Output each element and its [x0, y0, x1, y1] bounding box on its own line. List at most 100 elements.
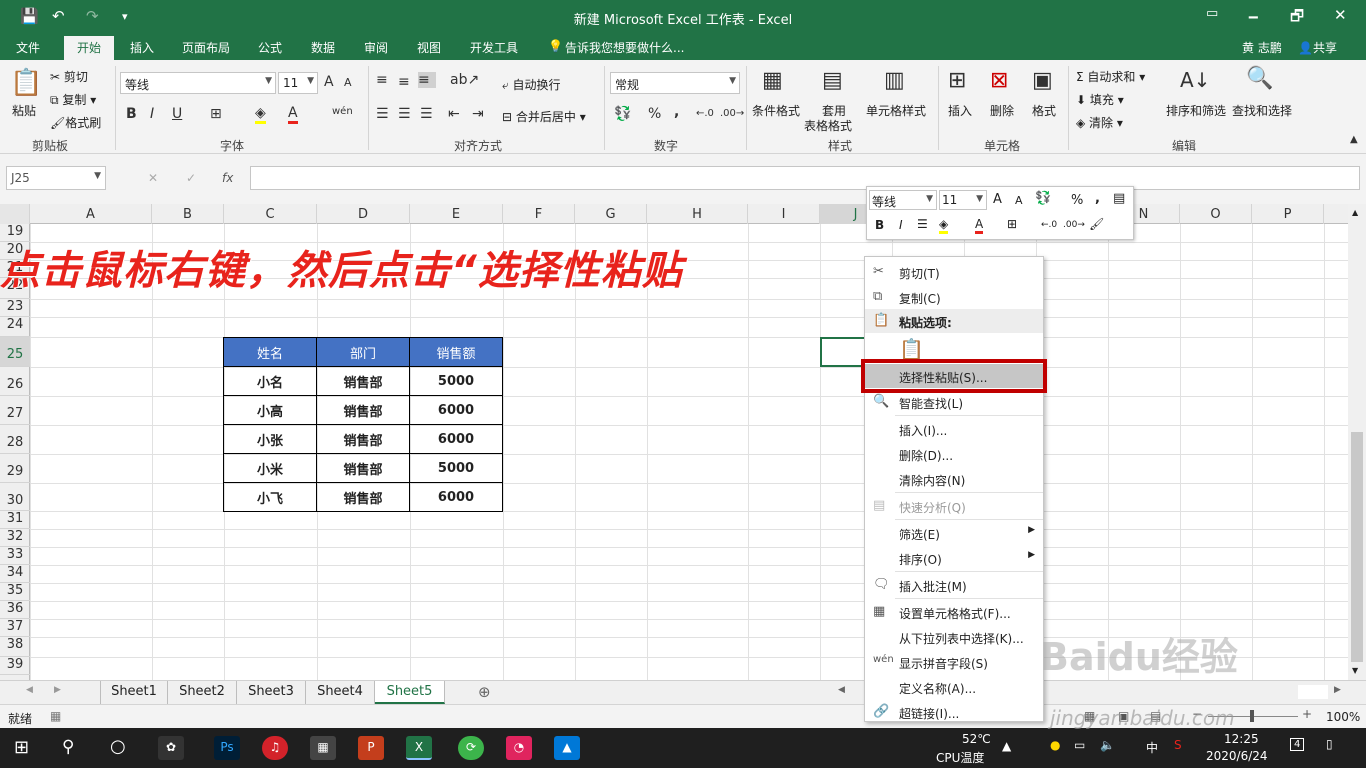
grow-font-icon[interactable]: A: [324, 74, 334, 90]
cut-button[interactable]: ✂ 剪切: [50, 68, 88, 85]
conditional-format-icon[interactable]: ▦: [762, 68, 783, 93]
macro-record-icon[interactable]: ▦: [50, 709, 61, 723]
tab-home[interactable]: 开始: [64, 36, 114, 60]
add-sheet-icon[interactable]: ⊕: [478, 683, 491, 701]
percent-button[interactable]: %: [648, 106, 661, 122]
row-header[interactable]: 29: [0, 454, 30, 483]
sheet-tab-active[interactable]: Sheet5: [375, 681, 445, 704]
row-header[interactable]: 23: [0, 299, 30, 317]
menu-item-pick-list[interactable]: 从下拉列表中选择(K)...: [865, 625, 1043, 649]
clock-time[interactable]: 12:25: [1224, 732, 1259, 746]
row-header[interactable]: 25: [0, 337, 30, 367]
phonetic-icon[interactable]: wén: [332, 106, 353, 117]
scroll-up-icon[interactable]: ▲: [1352, 208, 1358, 217]
menu-item-hyperlink[interactable]: 🔗 超链接(I)...: [865, 700, 1043, 724]
cell-styles-button[interactable]: 单元格样式: [866, 102, 926, 119]
grow-font-icon[interactable]: A: [993, 192, 1002, 207]
minimize-button[interactable]: 🗕: [1248, 6, 1259, 31]
fill-button[interactable]: ⬇ 填充 ▾: [1076, 91, 1124, 108]
menu-item-cut[interactable]: ✂ 剪切(T): [865, 260, 1043, 284]
increase-decimal-icon[interactable]: ←.0: [1041, 220, 1057, 230]
table-cell[interactable]: 销售部: [316, 395, 410, 425]
column-header[interactable]: F: [503, 204, 575, 224]
powerpoint-icon[interactable]: P: [358, 736, 384, 760]
italic-icon[interactable]: I: [899, 218, 903, 232]
decrease-decimal-icon[interactable]: .00→: [1063, 220, 1085, 230]
row-header[interactable]: 27: [0, 396, 30, 425]
format-cells-icon[interactable]: ▣: [1032, 68, 1053, 93]
menu-item-define-name[interactable]: 定义名称(A)...: [865, 675, 1043, 699]
tab-review[interactable]: 审阅: [364, 39, 388, 56]
menu-item-delete[interactable]: 删除(D)...: [865, 442, 1043, 466]
row-header[interactable]: 31: [0, 511, 30, 529]
table-header[interactable]: 销售额: [409, 337, 503, 367]
tell-me-input[interactable]: 告诉我您想要做什么...: [565, 39, 684, 56]
scroll-down-icon[interactable]: ▼: [1352, 666, 1358, 675]
column-header[interactable]: I: [748, 204, 820, 224]
sogou-icon[interactable]: S: [1174, 738, 1182, 752]
column-header[interactable]: B: [152, 204, 224, 224]
menu-item-clear[interactable]: 清除内容(N): [865, 467, 1043, 491]
monitor-app-icon[interactable]: ◔: [506, 736, 532, 760]
pinwheel-app-icon[interactable]: ✿: [158, 736, 184, 760]
windows-start-icon[interactable]: ⊞: [14, 737, 29, 758]
zoom-in-icon[interactable]: +: [1302, 707, 1312, 721]
hscroll-right-icon[interactable]: ▶: [1334, 685, 1341, 695]
hscroll-left-icon[interactable]: ◀: [838, 685, 845, 695]
zoom-level[interactable]: 100%: [1326, 710, 1360, 724]
sheet-tab[interactable]: Sheet2: [168, 681, 237, 704]
table-cell[interactable]: 销售部: [316, 453, 410, 483]
number-format-combo[interactable]: 常规 ▼: [610, 72, 740, 94]
clock-date[interactable]: 2020/6/24: [1206, 749, 1268, 763]
close-button[interactable]: ✕: [1334, 6, 1347, 24]
bold-icon[interactable]: B: [875, 218, 884, 232]
find-select-icon[interactable]: 🔍: [1246, 66, 1273, 91]
paste-icon[interactable]: 📋: [10, 68, 42, 98]
align-top-icon[interactable]: ≡: [376, 72, 388, 88]
name-box[interactable]: J25 ▼: [6, 166, 106, 190]
tab-file[interactable]: 文件: [16, 39, 40, 56]
accounting-icon[interactable]: 💱: [1035, 191, 1051, 206]
tab-view[interactable]: 视图: [417, 39, 441, 56]
sort-filter-icon[interactable]: A↓: [1180, 68, 1210, 92]
show-desktop-icon[interactable]: ▯: [1326, 737, 1333, 751]
format-painter-button[interactable]: 🖌格式刷: [50, 114, 101, 131]
prev-sheet-icon[interactable]: ◀: [26, 685, 33, 695]
comma-icon[interactable]: ,: [1095, 191, 1100, 206]
data-table[interactable]: 姓名 部门 销售额 小名 销售部 5000 小高 销售部 6000 小张 销售部…: [223, 337, 503, 512]
align-middle-icon[interactable]: ≡: [398, 74, 410, 90]
row-header[interactable]: 28: [0, 425, 30, 454]
currency-icon[interactable]: 💱: [614, 106, 631, 122]
netease-music-icon[interactable]: ♫: [262, 736, 288, 760]
increase-indent-icon[interactable]: ⇥: [472, 106, 484, 122]
row-header[interactable]: 37: [0, 619, 30, 637]
tab-developer[interactable]: 开发工具: [470, 39, 518, 56]
table-cell[interactable]: 销售部: [316, 424, 410, 454]
column-header[interactable]: G: [575, 204, 647, 224]
table-header[interactable]: 部门: [316, 337, 410, 367]
format-table-icon[interactable]: ▤: [822, 68, 843, 93]
menu-item-filter[interactable]: 筛选(E) ▶: [865, 521, 1043, 545]
font-color-icon[interactable]: A: [975, 217, 984, 234]
menu-item-comment[interactable]: 🗨 插入批注(M): [865, 573, 1043, 597]
table-cell[interactable]: 6000: [409, 395, 503, 425]
paste-option-icon[interactable]: 📋: [899, 337, 924, 361]
vertical-scrollbar[interactable]: ▲ ▼: [1348, 204, 1366, 680]
select-all[interactable]: [0, 204, 30, 224]
align-center-icon[interactable]: ☰: [917, 217, 928, 231]
borders-icon[interactable]: ⊞: [1007, 217, 1017, 231]
shrink-font-icon[interactable]: A: [1015, 194, 1023, 207]
column-header[interactable]: D: [317, 204, 410, 224]
tell-me-icon[interactable]: 💡: [548, 39, 563, 53]
sheet-tab[interactable]: Sheet3: [237, 681, 306, 704]
mini-size-combo[interactable]: 11 ▼: [939, 190, 987, 210]
column-header[interactable]: E: [410, 204, 503, 224]
enter-icon[interactable]: ✓: [186, 171, 196, 185]
tray-app-icon[interactable]: ●: [1050, 738, 1060, 752]
fill-color-icon[interactable]: ◈: [939, 217, 949, 234]
column-header[interactable]: A: [30, 204, 152, 224]
orientation-icon[interactable]: ab↗: [450, 72, 479, 88]
ime-indicator[interactable]: 中: [1146, 739, 1158, 756]
active-cell[interactable]: [820, 337, 866, 367]
merge-center-button[interactable]: ⊟ 合并后居中 ▾: [502, 108, 586, 125]
